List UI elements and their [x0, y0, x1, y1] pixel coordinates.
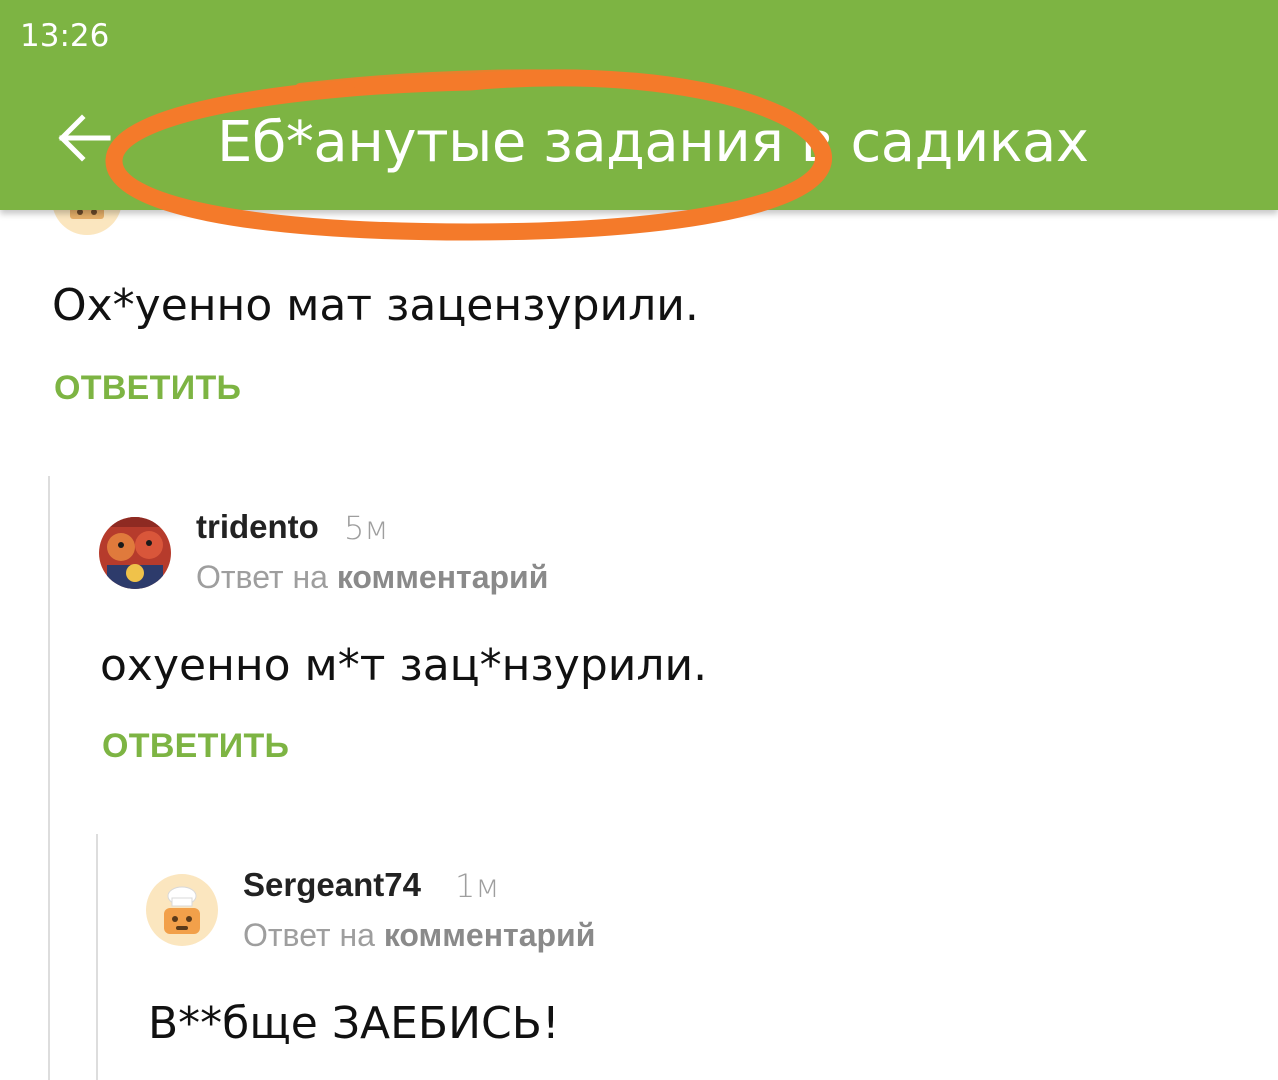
arrow-left-icon [58, 114, 111, 162]
app-bar: 13:26 Еб*анутые задания в садиках [0, 0, 1278, 210]
username[interactable]: tridento [196, 508, 319, 546]
reply-button[interactable]: ОТВЕТИТЬ [54, 369, 241, 408]
username[interactable]: Sergeant74 [243, 866, 421, 904]
comment-text: Ох*уенно мат зацензурили. [52, 280, 699, 331]
reply-button[interactable]: ОТВЕТИТЬ [102, 727, 289, 766]
reply-to-label: Ответ на комментарий [196, 559, 548, 596]
reply-target-link[interactable]: комментарий [337, 559, 549, 595]
thread-line [48, 476, 50, 1080]
avatar-image [146, 874, 218, 946]
comment-time: 1м [455, 867, 500, 905]
avatar[interactable] [99, 517, 171, 589]
thread-line [96, 834, 98, 1080]
reply-target-link[interactable]: комментарий [384, 917, 596, 953]
reply-to-label: Ответ на комментарий [243, 917, 595, 954]
back-button[interactable] [50, 104, 120, 174]
comment-time: 5м [344, 509, 389, 547]
avatar-image [99, 517, 171, 589]
status-bar-time: 13:26 [20, 18, 110, 54]
page-title: Еб*анутые задания в садиках [217, 110, 1089, 175]
reply-prefix: Ответ на [243, 917, 384, 953]
reply-prefix: Ответ на [196, 559, 337, 595]
comment-text: охуенно м*т зац*нзурили. [100, 640, 708, 691]
avatar[interactable] [146, 874, 218, 946]
comment-text: В**бще ЗАЕБИСЬ! [148, 998, 560, 1049]
